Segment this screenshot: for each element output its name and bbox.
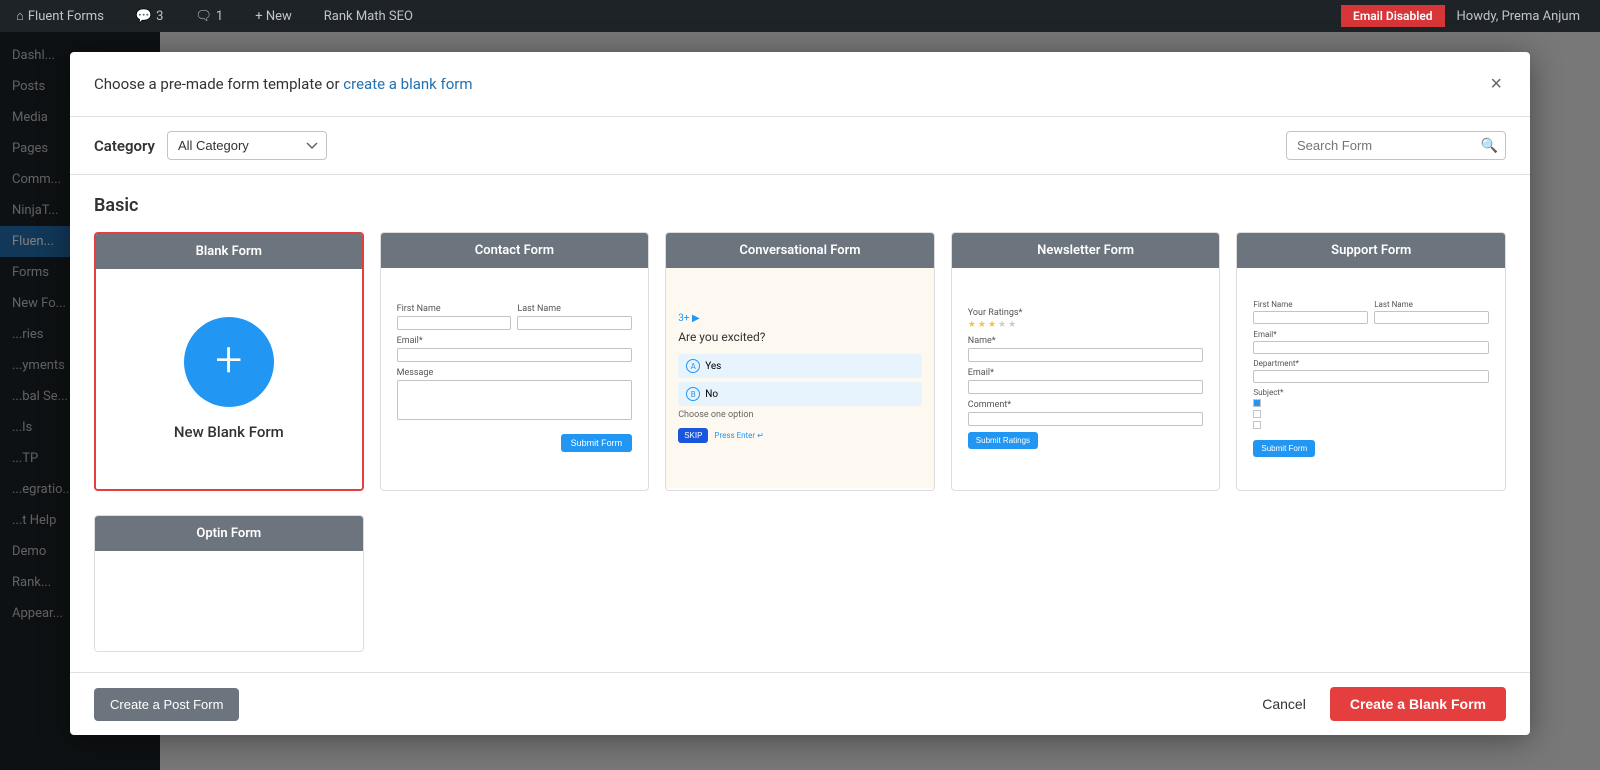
blank-form-icon: +: [184, 317, 274, 407]
admin-bar-site[interactable]: ⌂ Fluent Forms: [8, 0, 112, 32]
nf-name-input: [968, 348, 1204, 362]
contact-form-card[interactable]: Contact Form First Name Last Name: [380, 232, 650, 491]
search-wrapper: 🔍: [1286, 131, 1506, 160]
newsletter-form-header: Newsletter Form: [952, 233, 1220, 268]
modal-body: Basic Blank Form + New Blank Form: [70, 175, 1530, 672]
conv-step: 3+ ▶: [678, 313, 922, 324]
form-template-modal: Choose a pre-made form template or creat…: [70, 52, 1530, 735]
admin-bar-rank-math[interactable]: Rank Math SEO: [316, 0, 421, 32]
footer-right: Cancel Create a Blank Form: [1250, 687, 1506, 721]
conv-footer: SKIP Press Enter ↵: [678, 428, 922, 443]
conversational-form-body: 3+ ▶ Are you excited? A Yes B No: [666, 268, 934, 488]
blank-form-card[interactable]: Blank Form + New Blank Form: [94, 232, 364, 491]
press-enter: Press Enter ↵: [714, 431, 763, 440]
conv-choose: Choose one option: [678, 410, 922, 420]
optin-form-card[interactable]: Optin Form: [94, 515, 364, 652]
skip-btn: SKIP: [678, 428, 708, 443]
nf-email-input: [968, 380, 1204, 394]
category-select[interactable]: All Category Basic Advanced Payment: [167, 131, 327, 160]
filter-row: Category All Category Basic Advanced Pay…: [70, 117, 1530, 175]
admin-bar-comments[interactable]: 💬 3: [128, 0, 172, 32]
star-4: ★: [998, 320, 1006, 330]
contact-form-header: Contact Form: [381, 233, 649, 268]
nf-name-label: Name*: [968, 336, 1204, 346]
conv-option-b: B No: [678, 382, 922, 406]
newsletter-form-card[interactable]: Newsletter Form Your Ratings* ★ ★ ★ ★ ★: [951, 232, 1221, 491]
support-form-body: First Name Last Name Email*: [1237, 268, 1505, 488]
comment-bubble-icon: 🗨: [195, 9, 212, 24]
newsletter-form-body: Your Ratings* ★ ★ ★ ★ ★ Name* Email*: [952, 268, 1220, 488]
category-section: Category All Category Basic Advanced Pay…: [94, 131, 327, 160]
support-form-preview: First Name Last Name Email*: [1253, 300, 1489, 457]
nf-comment-input: [968, 412, 1204, 426]
modal-title: Choose a pre-made form template or creat…: [94, 75, 473, 93]
star-2: ★: [978, 320, 986, 330]
support-form-header: Support Form: [1237, 233, 1505, 268]
create-blank-form-button[interactable]: Create a Blank Form: [1330, 687, 1506, 721]
modal-header: Choose a pre-made form template or creat…: [70, 52, 1530, 117]
admin-bar-right: Email Disabled Howdy, Prema Anjum: [1341, 5, 1592, 27]
contact-form-body: First Name Last Name Email*: [381, 268, 649, 488]
contact-form-preview: First Name Last Name Email*: [397, 304, 633, 452]
basic-section-title: Basic: [94, 195, 1506, 216]
conversational-form-card[interactable]: Conversational Form 3+ ▶ Are you excited…: [665, 232, 935, 491]
category-label: Category: [94, 137, 155, 155]
modal-footer: Create a Post Form Cancel Create a Blank…: [70, 672, 1530, 735]
search-icon-button[interactable]: 🔍: [1481, 137, 1498, 154]
sf-name-row: First Name Last Name: [1253, 300, 1489, 324]
search-form-input[interactable]: [1286, 131, 1506, 160]
modal-overlay: Choose a pre-made form template or creat…: [0, 32, 1600, 770]
blank-form-label: New Blank Form: [174, 423, 284, 441]
howdy-text: Howdy, Prema Anjum: [1445, 9, 1592, 24]
blank-form-header: Blank Form: [96, 234, 362, 269]
support-form-card[interactable]: Support Form First Name Last Name: [1236, 232, 1506, 491]
newsletter-submit-btn: Submit Ratings: [968, 432, 1038, 449]
sf-checkboxes: [1253, 399, 1489, 429]
conv-question: Are you excited?: [678, 330, 922, 344]
forms-grid-second-row: Optin Form: [94, 515, 1506, 652]
support-submit-btn: Submit Form: [1253, 440, 1315, 457]
ratings-label: Your Ratings*: [968, 308, 1204, 318]
home-icon: ⌂: [16, 8, 24, 24]
star-1: ★: [968, 320, 976, 330]
nf-email-label: Email*: [968, 368, 1204, 378]
forms-grid-basic: Blank Form + New Blank Form Contact Form: [94, 232, 1506, 491]
cancel-button[interactable]: Cancel: [1250, 688, 1318, 720]
admin-bar-new[interactable]: + New: [247, 0, 300, 32]
conv-option-a: A Yes: [678, 354, 922, 378]
optin-form-body: [95, 551, 363, 651]
conversational-form-header: Conversational Form: [666, 233, 934, 268]
admin-bar: ⌂ Fluent Forms 💬 3 🗨 1 + New Rank Math S…: [0, 0, 1600, 32]
create-post-form-button[interactable]: Create a Post Form: [94, 688, 239, 721]
optin-form-header: Optin Form: [95, 516, 363, 551]
contact-submit-btn: Submit Form: [561, 434, 633, 452]
nf-comment-label: Comment*: [968, 400, 1204, 410]
email-disabled-badge: Email Disabled: [1341, 5, 1444, 27]
star-5: ★: [1008, 320, 1016, 330]
star-3: ★: [988, 320, 996, 330]
blank-form-body: + New Blank Form: [96, 269, 362, 489]
star-ratings: ★ ★ ★ ★ ★: [968, 320, 1204, 330]
newsletter-form-preview: Your Ratings* ★ ★ ★ ★ ★ Name* Email*: [968, 308, 1204, 449]
comment-icon: 💬: [136, 9, 152, 24]
create-blank-link[interactable]: create a blank form: [343, 75, 472, 93]
admin-bar-comment-count[interactable]: 🗨 1: [187, 0, 231, 32]
conv-form-preview: 3+ ▶ Are you excited? A Yes B No: [666, 301, 934, 455]
plus-icon: +: [215, 336, 242, 384]
modal-close-button[interactable]: ×: [1486, 70, 1506, 98]
